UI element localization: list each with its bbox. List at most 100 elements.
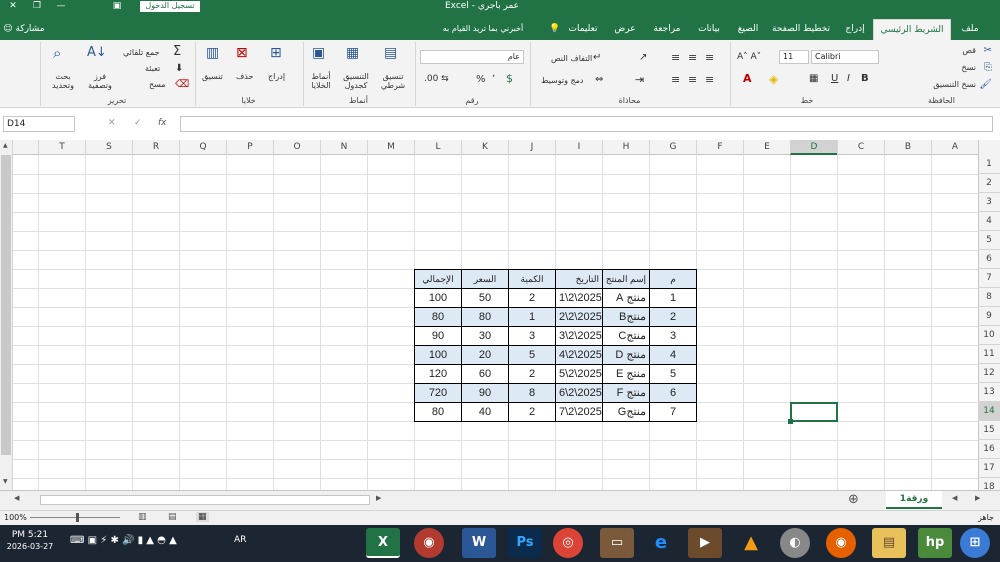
table-cell[interactable]: 4 xyxy=(649,345,697,365)
align-right-icon[interactable]: ≡ xyxy=(671,73,680,87)
firefox-alt-taskbar-icon[interactable]: ◉ xyxy=(414,528,444,558)
column-header[interactable]: I xyxy=(555,140,602,155)
column-header[interactable]: A xyxy=(931,140,978,155)
scroll-thumb[interactable] xyxy=(1,155,11,455)
sheet-nav-right-icon[interactable]: ▶ xyxy=(975,494,980,502)
login-button[interactable]: تسجيل الدخول xyxy=(140,1,200,12)
minimize-button[interactable]: — xyxy=(50,0,72,13)
delete-cells-button[interactable]: حذف xyxy=(236,72,253,81)
hp-taskbar-icon[interactable]: hp xyxy=(918,528,952,558)
table-cell[interactable]: 720 xyxy=(414,383,462,403)
word-taskbar-icon[interactable]: W xyxy=(462,528,496,558)
fill-button[interactable]: تعبئة xyxy=(145,64,160,73)
table-cell[interactable]: منتجB xyxy=(602,307,650,327)
horizontal-scrollbar[interactable] xyxy=(40,495,370,505)
row-header[interactable]: 17 xyxy=(978,459,1000,478)
row-header[interactable]: 10 xyxy=(978,326,1000,345)
photoshop-taskbar-icon[interactable]: Ps xyxy=(508,528,542,558)
italic-button[interactable]: I xyxy=(847,73,850,84)
format-as-table-button[interactable]: التنسيق كجدول xyxy=(338,72,374,90)
close-button[interactable]: ✕ xyxy=(2,0,24,13)
row-header[interactable]: 2 xyxy=(978,174,1000,193)
font-grow-icon[interactable]: A˄ A˅ xyxy=(737,50,761,64)
table-cell[interactable]: 30 xyxy=(461,326,509,346)
worksheet-grid[interactable]: A B C D E F G H I J K L M N O P Q R S T 1 2 3 4 5 6 7 8 9 10 11 12 13 14 1… xyxy=(0,140,1000,490)
currency-icon[interactable]: $ xyxy=(506,72,513,86)
table-cell[interactable]: 80 xyxy=(414,402,462,422)
explorer-taskbar-icon[interactable]: ▤ xyxy=(872,528,906,558)
firefox-taskbar-icon[interactable]: ◉ xyxy=(826,528,856,558)
table-header-cell[interactable]: الإجمالي xyxy=(414,269,462,289)
tell-me-search[interactable]: أخبرني بما تريد القيام به xyxy=(420,19,546,40)
cut-button[interactable]: قص xyxy=(962,46,976,55)
column-header[interactable]: N xyxy=(320,140,367,155)
vlc-taskbar-icon[interactable]: ▲ xyxy=(734,528,768,558)
column-header[interactable]: O xyxy=(273,140,320,155)
row-header[interactable]: 14 xyxy=(978,402,1000,421)
language-indicator[interactable]: AR xyxy=(234,535,246,545)
table-header-cell[interactable]: إسم المنتج xyxy=(602,269,650,289)
align-middle-icon[interactable]: ≡ xyxy=(688,51,697,65)
column-header[interactable]: G xyxy=(649,140,696,155)
vertical-scrollbar[interactable]: ▲ ▼ xyxy=(0,140,13,490)
excel-taskbar-icon[interactable]: X xyxy=(366,528,400,558)
table-cell[interactable]: منتجC xyxy=(602,326,650,346)
table-header-cell[interactable]: التاريخ xyxy=(555,269,603,289)
selected-cell[interactable] xyxy=(790,402,838,422)
decimal-icon[interactable]: .00 ⇆ xyxy=(424,72,449,86)
table-cell[interactable]: 8 xyxy=(508,383,556,403)
align-left-icon[interactable]: ≡ xyxy=(705,73,714,87)
start-button[interactable]: ⊞ xyxy=(960,528,990,558)
column-header[interactable]: T xyxy=(38,140,85,155)
row-header[interactable]: 6 xyxy=(978,250,1000,269)
scroll-up-icon[interactable]: ▲ xyxy=(3,142,8,149)
number-format-select[interactable]: عام xyxy=(420,50,524,64)
table-cell[interactable]: 80 xyxy=(461,307,509,327)
row-header[interactable]: 1 xyxy=(978,155,1000,174)
font-name-select[interactable]: Calibri xyxy=(811,50,879,64)
fx-icon[interactable]: fx xyxy=(158,118,167,128)
column-header[interactable]: C xyxy=(837,140,884,155)
formula-input[interactable] xyxy=(180,116,993,132)
tab-help[interactable]: تعليمات xyxy=(563,19,603,40)
row-header[interactable]: 13 xyxy=(978,383,1000,402)
tab-file[interactable]: ملف xyxy=(955,19,985,40)
name-box[interactable]: D14 xyxy=(3,116,75,132)
table-cell[interactable]: 50 xyxy=(461,288,509,308)
conditional-formatting-button[interactable]: تنسيق شرطي xyxy=(376,72,410,90)
percent-button[interactable]: % xyxy=(476,74,486,85)
column-header[interactable]: M xyxy=(367,140,414,155)
cancel-icon[interactable]: ✕ xyxy=(108,118,116,128)
insert-cells-button[interactable]: إدراج xyxy=(268,72,285,81)
indent-icon[interactable]: ⇥ xyxy=(635,73,644,87)
table-cell[interactable]: 120 xyxy=(414,364,462,384)
font-size-select[interactable]: 11 xyxy=(779,50,809,64)
app-taskbar-icon[interactable]: ◐ xyxy=(780,528,810,558)
table-header-cell[interactable]: السعر xyxy=(461,269,509,289)
table-cell[interactable]: 80 xyxy=(414,307,462,327)
table-cell[interactable]: 5\2\2025 xyxy=(555,364,603,384)
sheet-nav-left-icon[interactable]: ◀ xyxy=(952,494,957,502)
copy-button[interactable]: نسخ xyxy=(961,63,976,72)
tab-home[interactable]: الشريط الرئيسي xyxy=(873,19,951,40)
underline-button[interactable]: U xyxy=(831,73,838,84)
hscroll-right-icon[interactable]: ▶ xyxy=(376,494,381,502)
table-cell[interactable]: 40 xyxy=(461,402,509,422)
table-cell[interactable]: 1 xyxy=(649,288,697,308)
table-cell[interactable]: 20 xyxy=(461,345,509,365)
borders-icon[interactable]: ▦ xyxy=(809,72,818,86)
enter-icon[interactable]: ✓ xyxy=(134,118,142,128)
sheet-tab-1[interactable]: ورقة1 xyxy=(886,491,942,509)
media-taskbar-icon[interactable]: ▭ xyxy=(600,528,634,558)
normal-view-icon[interactable]: ▦ xyxy=(196,512,209,522)
merge-center-button[interactable]: دمج وتوسيط xyxy=(541,76,584,85)
table-cell[interactable]: منتج F xyxy=(602,383,650,403)
comma-button[interactable]: ٬ xyxy=(492,74,495,85)
table-cell[interactable]: 7\2\2025 xyxy=(555,402,603,422)
page-break-view-icon[interactable]: ▥ xyxy=(138,512,147,522)
table-cell[interactable]: منتج E xyxy=(602,364,650,384)
autosum-button[interactable]: جمع تلقائي xyxy=(123,48,160,57)
tray-icons[interactable]: ⌨ ▣ ⚡ ✱ 🔊 ▮ ▲ ◓ ▲ xyxy=(70,535,177,546)
column-header[interactable]: F xyxy=(696,140,743,155)
column-header[interactable]: R xyxy=(132,140,179,155)
